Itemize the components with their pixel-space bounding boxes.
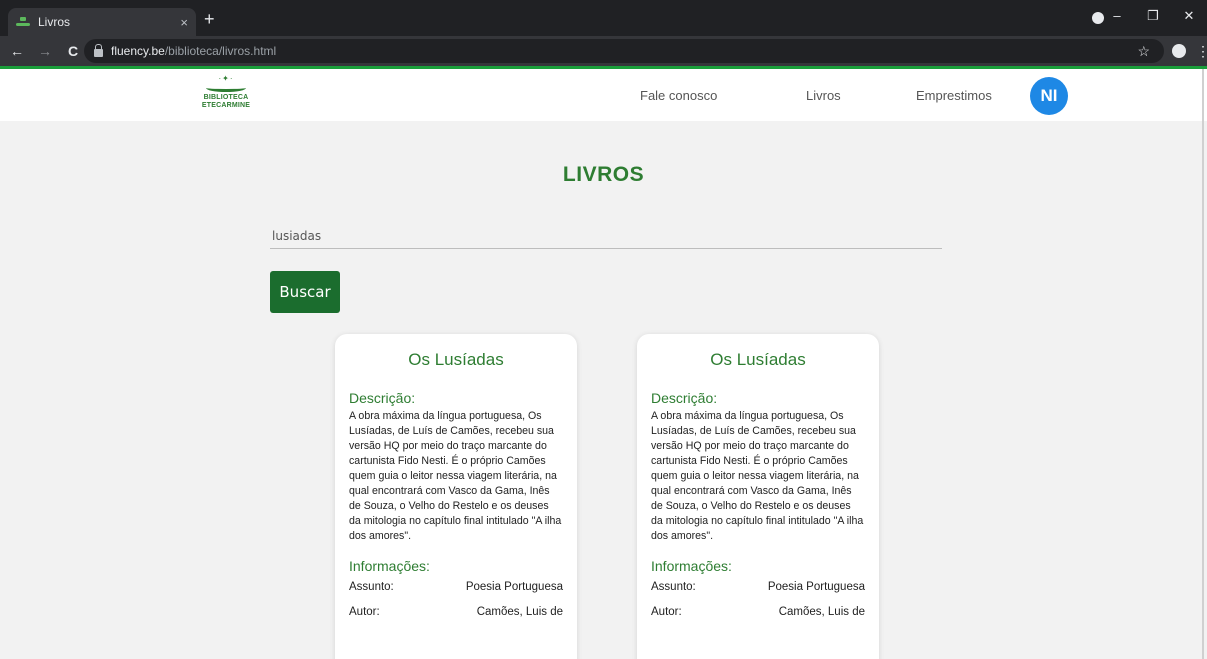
- page-title: LIVROS: [562, 163, 645, 186]
- minimize-icon[interactable]: –: [1099, 8, 1135, 24]
- book-card[interactable]: Os Lusíadas Descrição: A obra máxima da …: [335, 334, 577, 659]
- info-key: Autor:: [651, 606, 682, 618]
- search-button[interactable]: Buscar: [270, 271, 340, 313]
- site-header: ·✦· BIBLIOTECA ETECARMINE Fale conosco L…: [0, 69, 1207, 121]
- book-description: A obra máxima da língua portuguesa, Os L…: [651, 410, 864, 542]
- address-bar-actions: ☆: [1137, 43, 1164, 60]
- info-label: Informações:: [651, 558, 732, 574]
- info-key: Autor:: [349, 606, 380, 618]
- info-row-autor: Autor: Camões, Luis de: [651, 606, 865, 624]
- info-key: Assunto:: [651, 581, 696, 593]
- info-value: Camões, Luis de: [476, 606, 563, 618]
- site-favicon-icon: [16, 17, 30, 27]
- logo-stars-icon: ·✦·: [218, 74, 234, 83]
- book-title: Os Lusíadas: [408, 350, 504, 369]
- info-key: Assunto:: [349, 581, 394, 593]
- info-label: Informações:: [349, 558, 430, 574]
- bookmark-star-icon[interactable]: ☆: [1137, 43, 1150, 60]
- logo-line2: ETECARMINE: [201, 102, 251, 109]
- book-description: A obra máxima da língua portuguesa, Os L…: [349, 410, 562, 542]
- nav-fale-conosco[interactable]: Fale conosco: [640, 88, 717, 103]
- account-icon[interactable]: [1172, 44, 1186, 58]
- new-tab-icon[interactable]: +: [204, 10, 215, 28]
- info-value: Camões, Luis de: [778, 606, 865, 618]
- lock-icon: [94, 44, 103, 57]
- url-host: fluency.be: [111, 44, 165, 58]
- browser-tab-bar: Livros × + – ❐ ✕: [0, 0, 1207, 36]
- browser-tab[interactable]: Livros ×: [8, 8, 196, 36]
- forward-icon[interactable]: →: [34, 43, 56, 59]
- library-logo[interactable]: ·✦· BIBLIOTECA ETECARMINE: [196, 75, 256, 115]
- logo-book-icon: [206, 84, 246, 92]
- info-row-assunto: Assunto: Poesia Portuguesa: [349, 581, 563, 599]
- search-input[interactable]: [270, 224, 942, 249]
- tab-title: Livros: [38, 15, 71, 29]
- nav-livros[interactable]: Livros: [806, 88, 841, 103]
- description-label: Descrição:: [651, 390, 718, 406]
- book-card[interactable]: Os Lusíadas Descrição: A obra máxima da …: [637, 334, 879, 659]
- info-value: Poesia Portuguesa: [465, 581, 563, 593]
- page-scrollbar[interactable]: [1202, 69, 1204, 659]
- window-controls: – ❐ ✕: [1099, 8, 1207, 24]
- browser-toolbar: ← → C fluency.be /biblioteca/livros.html…: [0, 36, 1207, 66]
- window-close-icon[interactable]: ✕: [1171, 8, 1207, 24]
- book-title: Os Lusíadas: [710, 350, 806, 369]
- nav-emprestimos[interactable]: Emprestimos: [916, 88, 992, 103]
- menu-icon[interactable]: ⋮: [1196, 43, 1207, 60]
- address-bar[interactable]: fluency.be /biblioteca/livros.html ☆: [84, 39, 1164, 63]
- url-path: /biblioteca/livros.html: [164, 44, 277, 58]
- info-row-autor: Autor: Camões, Luis de: [349, 606, 563, 624]
- info-row-assunto: Assunto: Poesia Portuguesa: [651, 581, 865, 599]
- maximize-icon[interactable]: ❐: [1135, 8, 1171, 24]
- back-icon[interactable]: ←: [6, 43, 28, 59]
- tab-close-icon[interactable]: ×: [180, 15, 188, 30]
- info-value: Poesia Portuguesa: [767, 581, 865, 593]
- logo-line1: BIBLIOTECA: [203, 94, 249, 101]
- user-avatar[interactable]: NI: [1030, 77, 1068, 115]
- description-label: Descrição:: [349, 390, 416, 406]
- reload-icon[interactable]: C: [62, 43, 84, 59]
